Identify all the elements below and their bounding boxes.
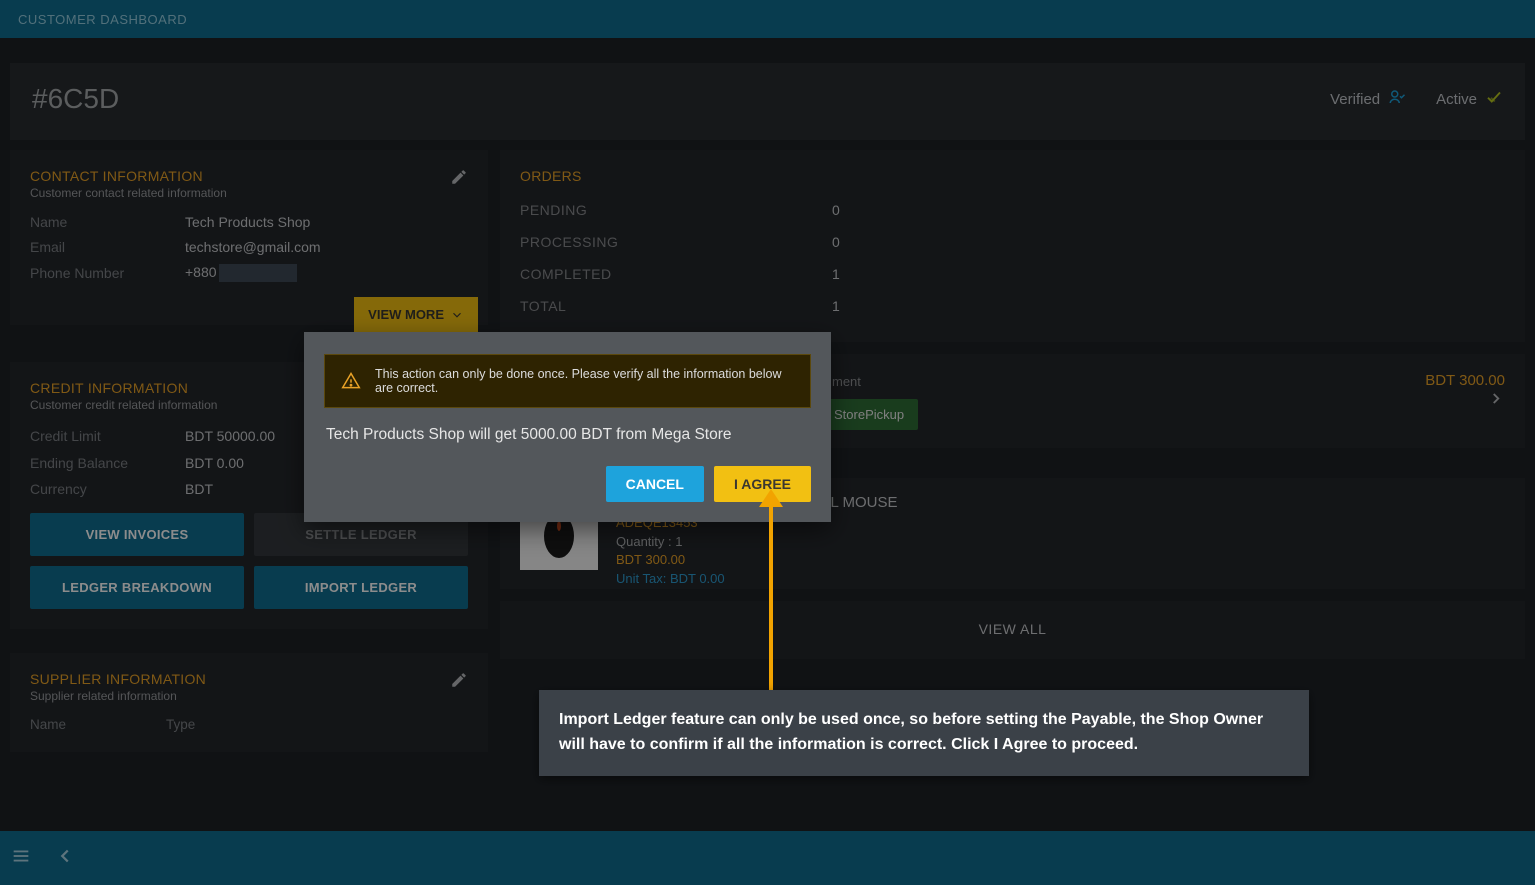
agree-button[interactable]: I AGREE	[714, 466, 811, 502]
cancel-button[interactable]: CANCEL	[606, 466, 704, 502]
warning-text: This action can only be done once. Pleas…	[375, 367, 794, 395]
annotation-callout: Import Ledger feature can only be used o…	[539, 690, 1309, 776]
warning-banner: This action can only be done once. Pleas…	[324, 354, 811, 408]
modal-message: Tech Products Shop will get 5000.00 BDT …	[326, 426, 811, 444]
confirm-modal: This action can only be done once. Pleas…	[304, 332, 831, 522]
modal-buttons: CANCEL I AGREE	[324, 466, 811, 502]
warning-icon	[341, 371, 361, 391]
